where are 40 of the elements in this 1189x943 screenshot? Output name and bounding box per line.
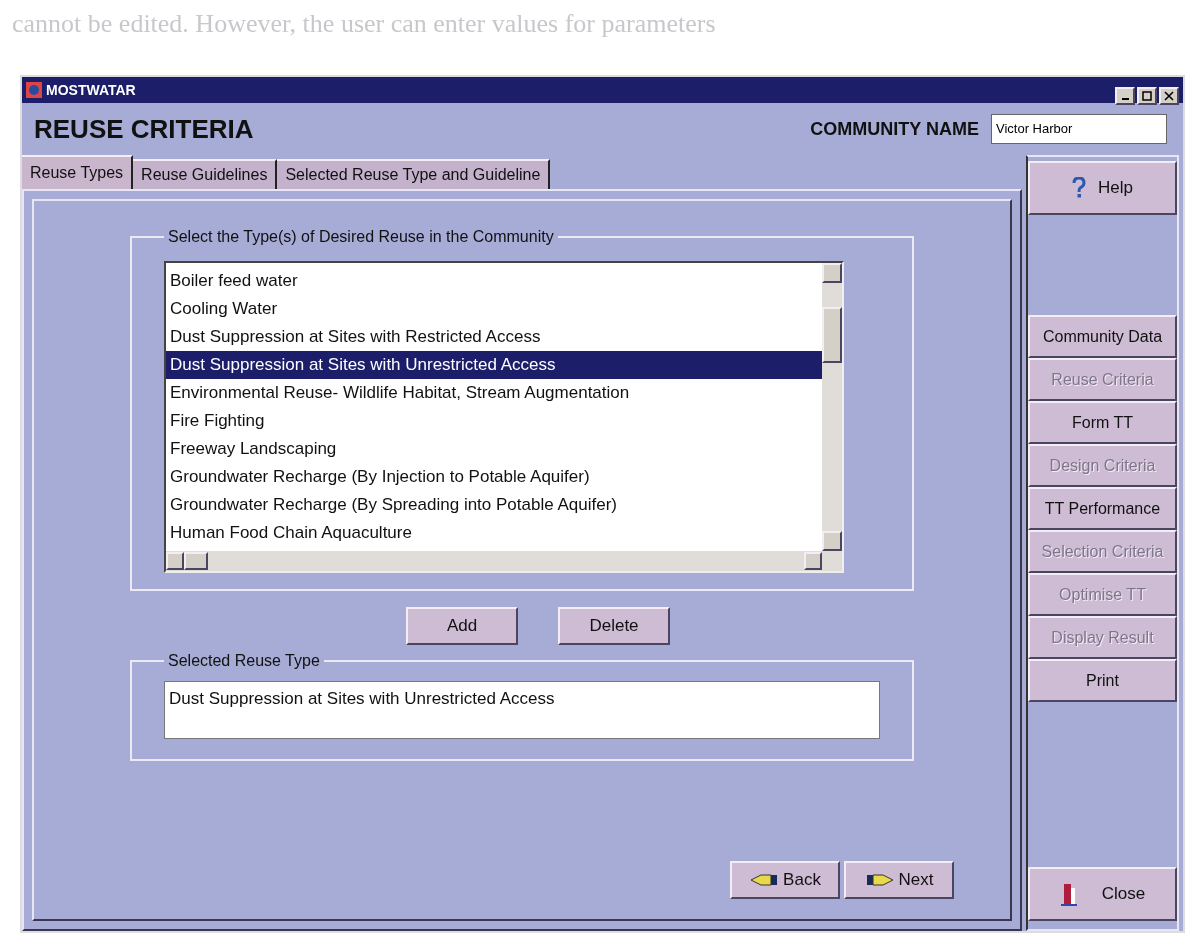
list-item[interactable]: Groundwater Recharge (By Spreading into Potable Aquifer) — [166, 491, 822, 519]
action-button[interactable]: Add — [406, 607, 518, 645]
group-title: Selected Reuse Type — [167, 651, 321, 671]
horizontal-scrollbar[interactable] — [166, 551, 822, 571]
menu-button[interactable]: Community Data — [1028, 315, 1177, 358]
question-mark-icon — [1072, 177, 1086, 199]
list-item[interactable]: Fire Fighting — [166, 407, 822, 435]
list-item[interactable]: Environmental Reuse- Wildlife Habitat, Stream Augmentation — [166, 379, 822, 407]
app-icon — [26, 82, 42, 98]
menu-button[interactable]: TT Performance — [1028, 487, 1177, 530]
community-name-field[interactable]: Victor Harbor — [991, 114, 1167, 144]
tab[interactable]: Reuse Types — [22, 155, 134, 189]
list-item[interactable]: Freeway Landscaping — [166, 435, 822, 463]
group-title: Select the Type(s) of Desired Reuse in the Community — [167, 227, 555, 247]
nav-button[interactable]: Next — [844, 861, 954, 899]
menu-button[interactable]: Print — [1028, 659, 1177, 702]
screen-title: REUSE CRITERIA — [34, 112, 254, 146]
maximize-button[interactable] — [1137, 87, 1157, 105]
list-item[interactable]: Dust Suppression at Sites with Unrestricted Access — [166, 351, 822, 379]
close-button[interactable] — [1159, 87, 1179, 105]
tab[interactable]: Reuse Guidelines — [133, 159, 278, 189]
action-button[interactable]: Delete — [558, 607, 670, 645]
maximize-icon — [1142, 91, 1152, 101]
close-button[interactable]: Close — [1028, 867, 1177, 921]
minimize-icon — [1121, 98, 1129, 100]
list-item[interactable]: Human Food Chain Aquaculture — [166, 519, 822, 547]
minimize-button[interactable] — [1115, 87, 1135, 105]
list-item[interactable]: Groundwater Recharge (By Injection to Potable Aquifer) — [166, 463, 822, 491]
community-name-label: COMMUNITY NAME — [810, 117, 979, 141]
window-title: MOSTWATAR — [46, 80, 136, 100]
nav-button[interactable]: Back — [730, 861, 840, 899]
help-button[interactable]: Help — [1028, 161, 1177, 215]
close-icon — [1164, 91, 1174, 101]
list-item[interactable]: Cooling Water — [166, 295, 822, 323]
menu-button[interactable]: Form TT — [1028, 401, 1177, 444]
tab[interactable]: Selected Reuse Type and Guideline — [277, 159, 551, 189]
list-item[interactable]: Dust Suppression at Sites with Restricted Access — [166, 323, 822, 351]
list-item[interactable]: Boiler feed water — [166, 267, 822, 295]
vertical-scrollbar[interactable] — [822, 263, 842, 571]
selected-reuse-field[interactable]: Dust Suppression at Sites with Unrestricted Access — [164, 681, 880, 739]
